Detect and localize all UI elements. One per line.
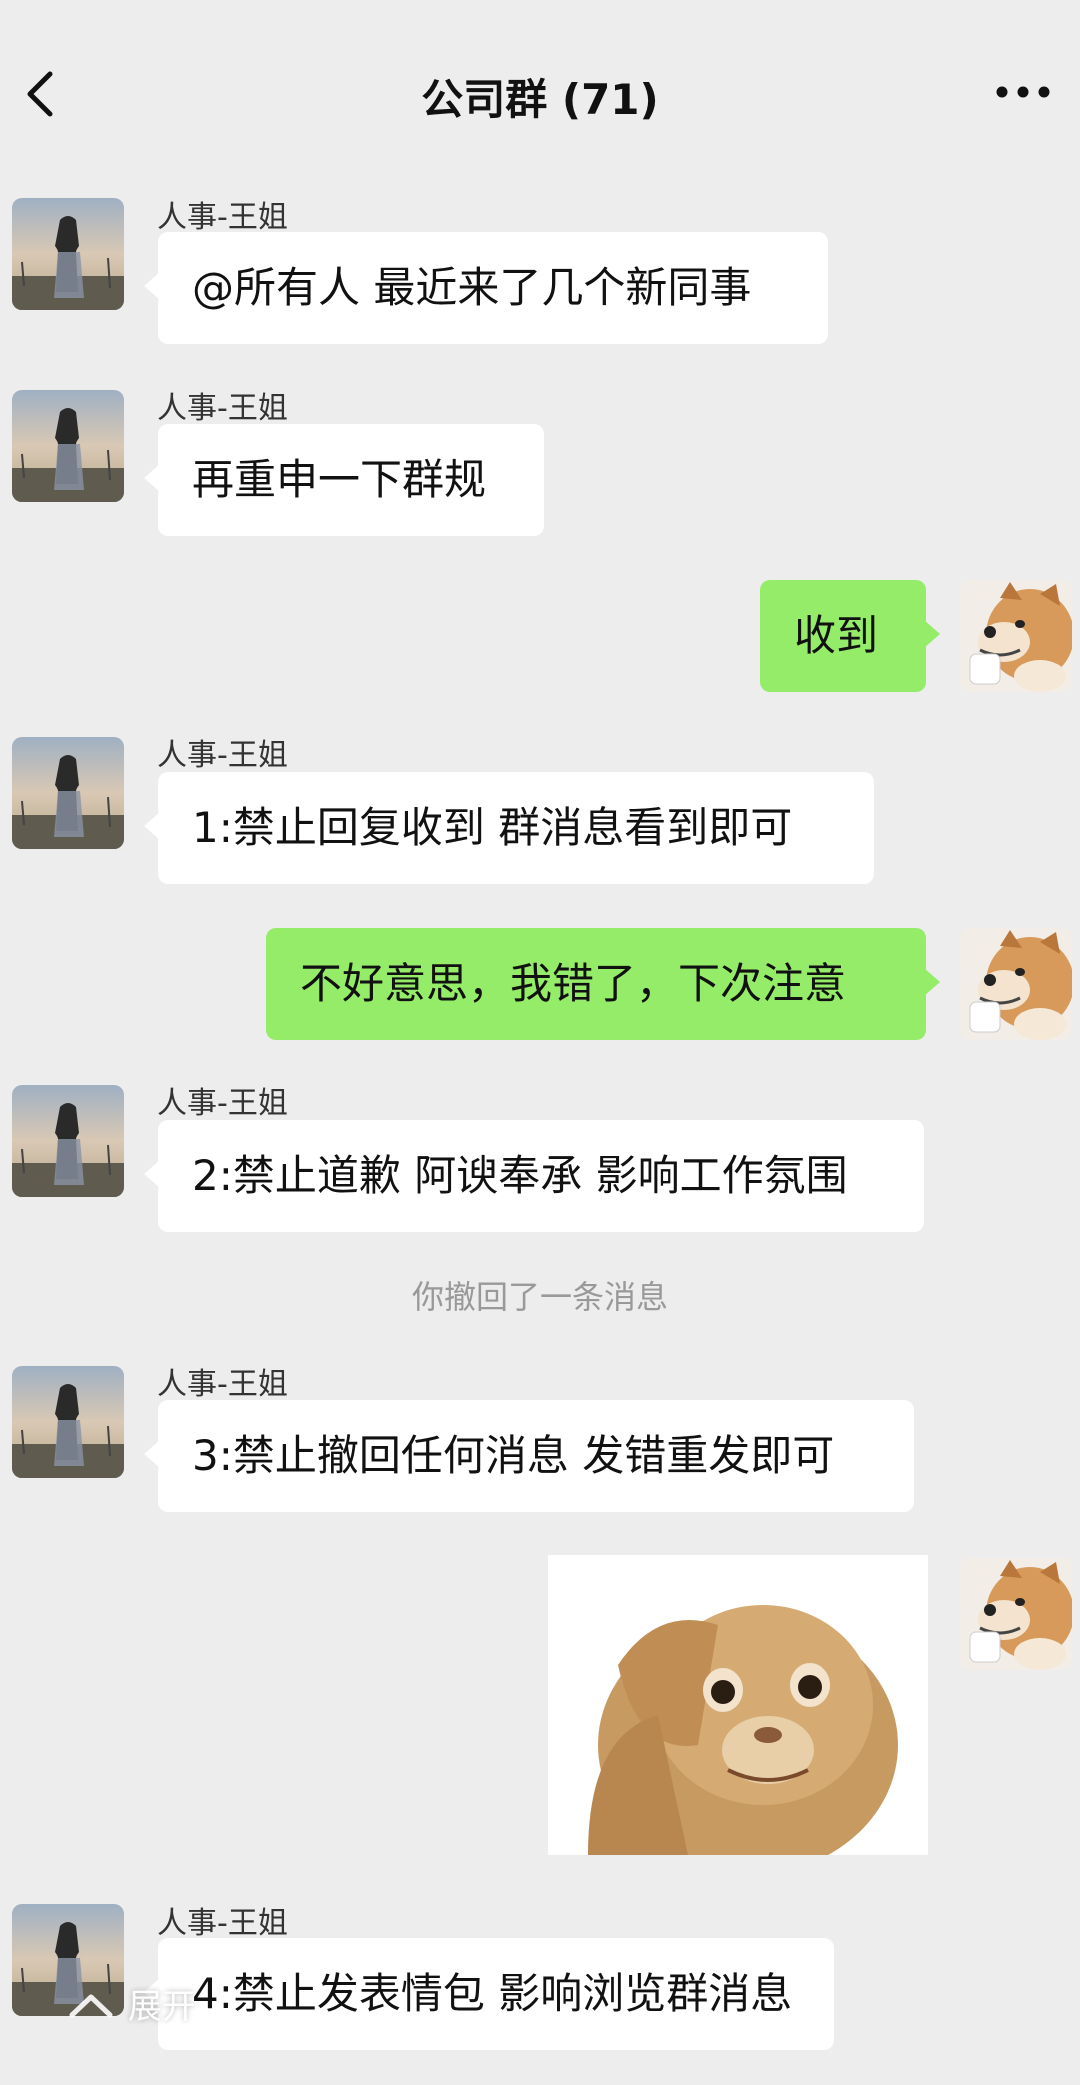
girl-silhouette-icon [12, 1366, 124, 1478]
message-bubble-self[interactable]: 收到 [760, 580, 940, 692]
hr-avatar[interactable] [12, 1085, 124, 1197]
message-bubble[interactable]: @所有人 最近来了几个新同事 [144, 232, 828, 344]
chevron-up-icon [69, 1994, 113, 2018]
top-bar: 公司群 (71) [0, 0, 1080, 190]
sender-name: 人事-王姐 [157, 391, 288, 426]
sticker-image[interactable] [548, 1555, 928, 1855]
more-options-button[interactable] [988, 72, 1058, 112]
self-avatar[interactable] [960, 1558, 1072, 1670]
girl-silhouette-icon [12, 737, 124, 849]
girl-silhouette-icon [12, 1085, 124, 1197]
message-bubble-self[interactable]: 不好意思，我错了，下次注意 [266, 928, 940, 1040]
hr-avatar[interactable] [12, 737, 124, 849]
cat-sticker-icon [548, 1555, 928, 1855]
sender-name: 人事-王姐 [157, 1906, 288, 1941]
message-bubble[interactable]: 4:禁止发表情包 影响浏览群消息 [144, 1938, 834, 2050]
self-avatar[interactable] [960, 580, 1072, 692]
sender-name: 人事-王姐 [157, 738, 288, 773]
girl-silhouette-icon [12, 198, 124, 310]
doge-icon [960, 580, 1072, 692]
recall-notice: 你撤回了一条消息 [411, 1278, 668, 1316]
hr-avatar[interactable] [12, 198, 124, 310]
doge-icon [960, 928, 1072, 1040]
expand-button[interactable]: 展开 [66, 1975, 216, 2031]
doge-icon [960, 1558, 1072, 1670]
hr-avatar[interactable] [12, 390, 124, 502]
message-bubble[interactable]: 再重申一下群规 [144, 424, 544, 536]
self-avatar[interactable] [960, 928, 1072, 1040]
chat-title: 公司群 (71) [421, 75, 659, 124]
message-bubble[interactable]: 3:禁止撤回任何消息 发错重发即可 [144, 1400, 914, 1512]
girl-silhouette-icon [12, 390, 124, 502]
message-bubble[interactable]: 2:禁止道歉 阿谀奉承 影响工作氛围 [144, 1120, 924, 1232]
message-bubble[interactable]: 1:禁止回复收到 群消息看到即可 [144, 772, 874, 884]
more-dots-icon [996, 86, 1050, 98]
hr-avatar[interactable] [12, 1366, 124, 1478]
sender-name: 人事-王姐 [157, 1086, 288, 1121]
sender-name: 人事-王姐 [157, 200, 288, 235]
expand-label: 展开 [128, 1987, 196, 2027]
sender-name: 人事-王姐 [157, 1367, 288, 1402]
